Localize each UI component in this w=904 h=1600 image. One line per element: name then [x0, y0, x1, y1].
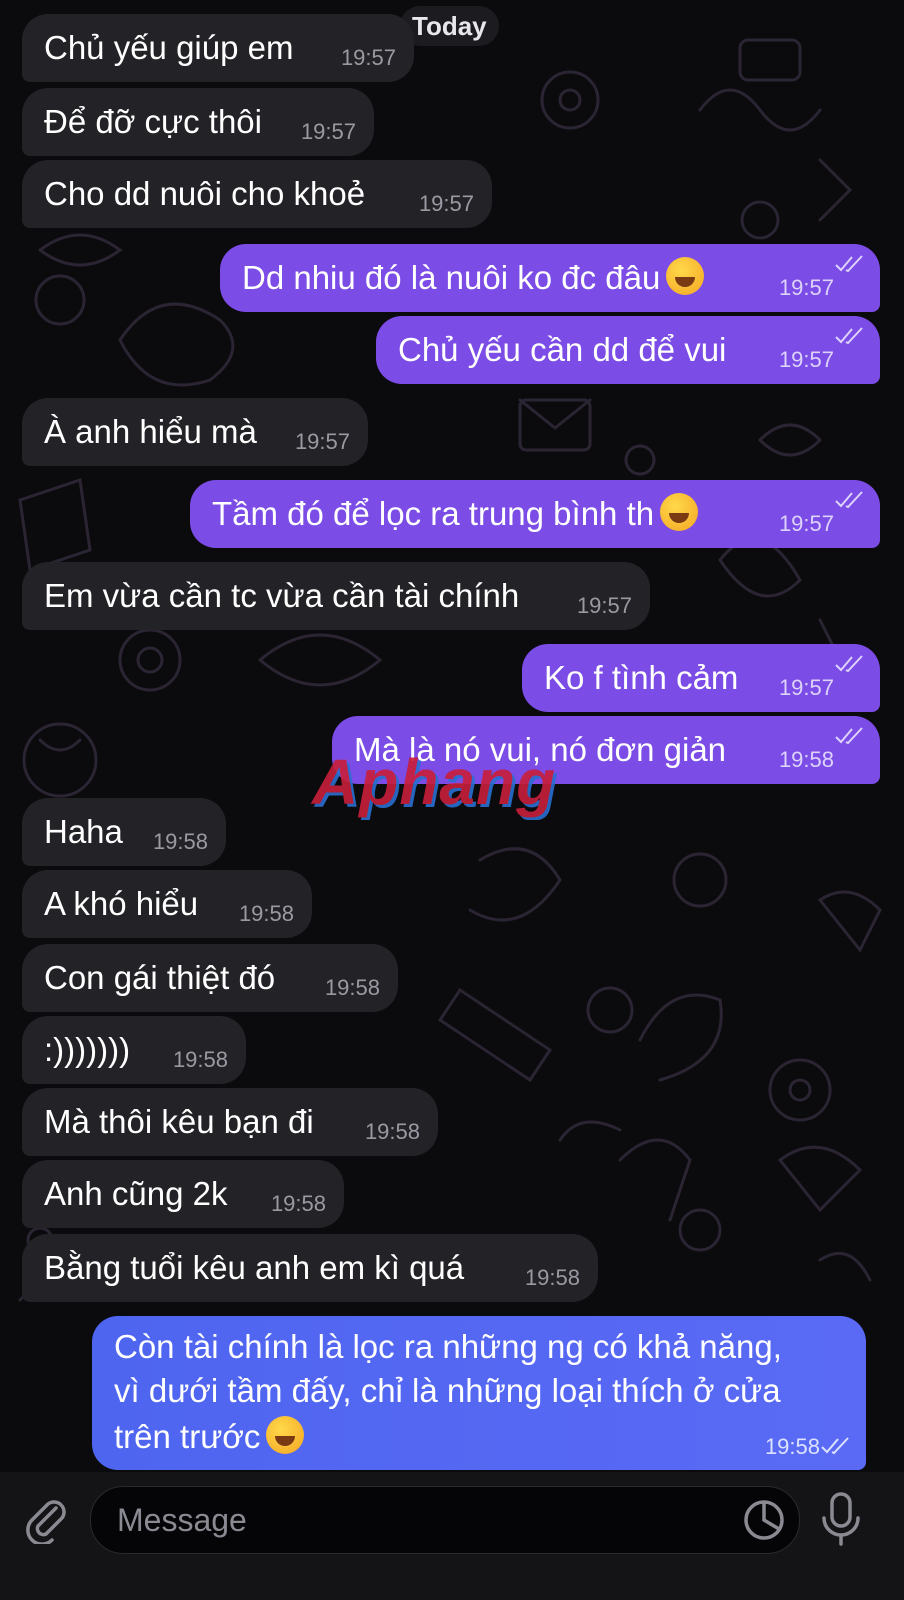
paperclip-icon[interactable] — [22, 1494, 72, 1544]
message-line: vì dưới tầm đấy, chỉ là những loại thích… — [114, 1372, 781, 1409]
incoming-message[interactable]: A khó hiểu 19:58 — [22, 870, 312, 938]
message-text: Haha — [44, 813, 123, 850]
message-text: Em vừa cần tc vừa cần tài chính — [44, 577, 520, 614]
message-text: Anh cũng 2k — [44, 1175, 228, 1212]
message-text: Chủ yếu giúp em — [44, 29, 294, 66]
incoming-message[interactable]: :))))))) 19:58 — [22, 1016, 246, 1084]
message-time: 19:58 — [364, 1119, 420, 1144]
message-line: Còn tài chính là lọc ra những ng có khả … — [114, 1328, 782, 1365]
message-input[interactable]: Message — [90, 1486, 800, 1554]
sticker-icon[interactable] — [741, 1497, 787, 1543]
outgoing-message[interactable]: Chủ yếu cần dd để vui 19:57 — [376, 316, 880, 384]
laughing-emoji-icon — [266, 1416, 305, 1454]
incoming-message[interactable]: Con gái thiệt đó 19:58 — [22, 944, 398, 1012]
message-text: Con gái thiệt đó — [44, 959, 276, 996]
message-text: Bằng tuổi kêu anh em kì quá — [44, 1249, 465, 1286]
double-check-icon — [835, 655, 863, 673]
message-text: À anh hiểu mà — [44, 413, 257, 450]
outgoing-message-multiline[interactable]: Còn tài chính là lọc ra những ng có khả … — [92, 1316, 866, 1470]
outgoing-message[interactable]: Tầm đó để lọc ra trung bình th 19:57 — [190, 480, 880, 548]
message-text: Ko f tình cảm — [544, 659, 739, 696]
message-time: 19:58 — [524, 1265, 580, 1290]
message-line: trên trước — [114, 1416, 305, 1456]
incoming-message[interactable]: Mà thôi kêu bạn đi 19:58 — [22, 1088, 438, 1156]
message-placeholder: Message — [117, 1502, 247, 1538]
message-text: Dd nhiu đó là nuôi ko đc đâu — [242, 244, 705, 312]
incoming-message[interactable]: Cho dd nuôi cho khoẻ 19:57 — [22, 160, 492, 228]
message-time: 19:58 — [152, 829, 208, 854]
message-composer: Message — [0, 1472, 904, 1600]
message-time: 19:58 — [778, 747, 834, 772]
laughing-emoji-icon — [660, 493, 699, 531]
message-time: 19:57 — [576, 593, 632, 618]
message-text: Cho dd nuôi cho khoẻ — [44, 175, 366, 212]
message-time: 19:58 — [764, 1434, 820, 1459]
double-check-icon — [835, 255, 863, 273]
message-time: 19:57 — [340, 45, 396, 70]
double-check-icon — [821, 1437, 849, 1455]
watermark-logo: Aphang — [312, 746, 557, 818]
laughing-emoji-icon — [666, 257, 705, 295]
message-text: A khó hiểu — [44, 885, 199, 922]
incoming-message[interactable]: Anh cũng 2k 19:58 — [22, 1160, 344, 1228]
incoming-message[interactable]: À anh hiểu mà 19:57 — [22, 398, 368, 466]
message-time: 19:57 — [418, 191, 474, 216]
incoming-message[interactable]: Haha 19:58 — [22, 798, 226, 866]
date-separator: Today — [400, 6, 499, 46]
message-time: 19:58 — [324, 975, 380, 1000]
microphone-icon[interactable] — [818, 1490, 864, 1548]
message-time: 19:57 — [778, 675, 834, 700]
message-time: 19:58 — [270, 1191, 326, 1216]
message-text: Chủ yếu cần dd để vui — [398, 331, 727, 368]
message-text: Để đỡ cực thôi — [44, 103, 262, 140]
double-check-icon — [835, 491, 863, 509]
outgoing-message[interactable]: Dd nhiu đó là nuôi ko đc đâu 19:57 — [220, 244, 880, 312]
message-time: 19:58 — [172, 1047, 228, 1072]
double-check-icon — [835, 327, 863, 345]
message-time: 19:57 — [300, 119, 356, 144]
message-time: 19:57 — [294, 429, 350, 454]
message-text: Tầm đó để lọc ra trung bình th — [212, 480, 699, 548]
message-text: Mà thôi kêu bạn đi — [44, 1103, 314, 1140]
message-time: 19:58 — [238, 901, 294, 926]
incoming-message[interactable]: Bằng tuổi kêu anh em kì quá 19:58 — [22, 1234, 598, 1302]
message-time: 19:57 — [778, 511, 834, 536]
message-time: 19:57 — [778, 275, 834, 300]
incoming-message[interactable]: Chủ yếu giúp em 19:57 — [22, 14, 414, 82]
message-time: 19:57 — [778, 347, 834, 372]
message-text: :))))))) — [44, 1031, 131, 1068]
incoming-message[interactable]: Để đỡ cực thôi 19:57 — [22, 88, 374, 156]
double-check-icon — [835, 727, 863, 745]
incoming-message[interactable]: Em vừa cần tc vừa cần tài chính 19:57 — [22, 562, 650, 630]
outgoing-message[interactable]: Ko f tình cảm 19:57 — [522, 644, 880, 712]
